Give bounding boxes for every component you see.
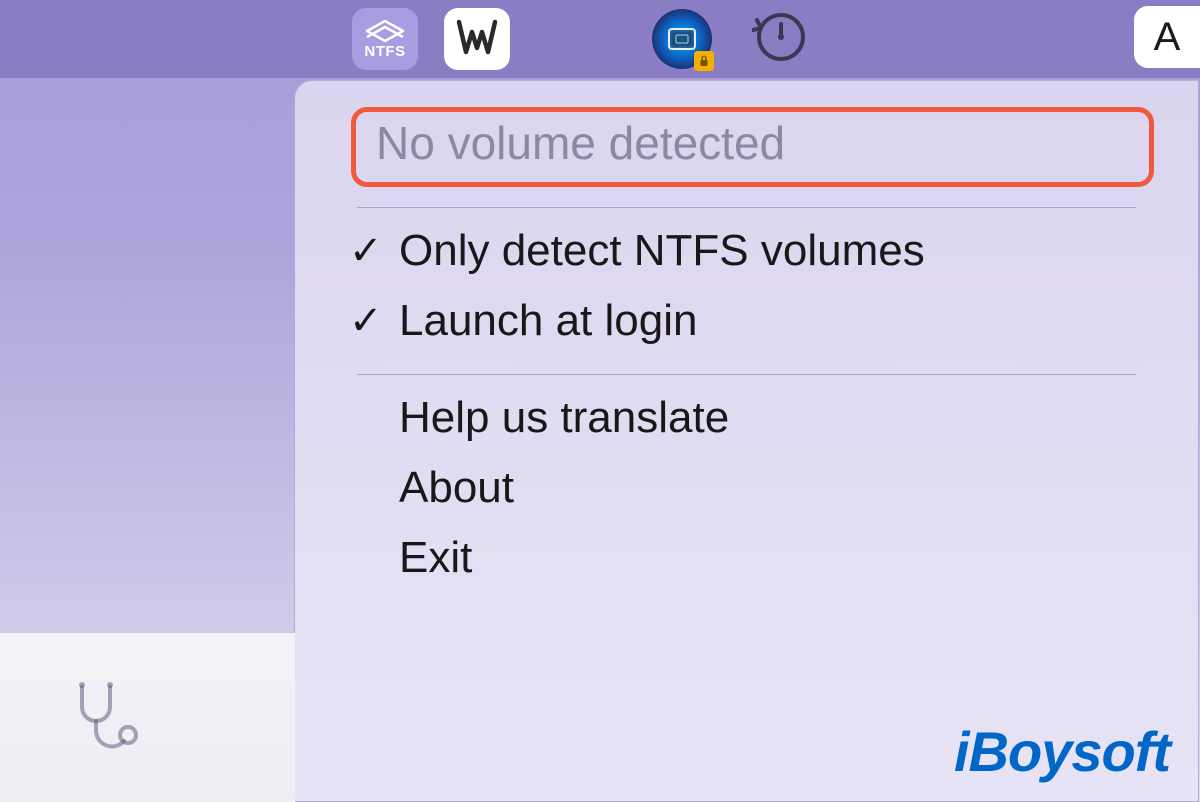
ntfs-icon-label: NTFS xyxy=(364,43,405,60)
menu-item-translate[interactable]: Help us translate xyxy=(295,383,1198,453)
checkmark-icon: ✓ xyxy=(349,228,399,274)
menu-item-exit[interactable]: Exit xyxy=(295,523,1198,593)
screen-record-app-icon[interactable] xyxy=(652,9,712,69)
time-machine-icon[interactable] xyxy=(752,8,810,71)
menu-item-label: Exit xyxy=(399,533,472,583)
menu-item-about[interactable]: About xyxy=(295,453,1198,523)
iboysoft-watermark: iBoysoft xyxy=(954,719,1170,784)
wps-app-icon[interactable] xyxy=(444,8,510,70)
checkmark-icon: ✓ xyxy=(349,298,399,344)
menubar: NTFS A xyxy=(0,0,1200,78)
ntfs-app-icon[interactable]: NTFS xyxy=(352,8,418,70)
menubar-blank-slot xyxy=(536,8,626,70)
letter-tile-label: A xyxy=(1154,15,1181,60)
menu-item-label: Only detect NTFS volumes xyxy=(399,226,925,276)
letter-tile-app-icon[interactable]: A xyxy=(1134,6,1200,68)
status-highlight: No volume detected xyxy=(351,107,1154,187)
w-letter-icon xyxy=(454,14,500,65)
ntfs-drive-icon: NTFS xyxy=(363,19,407,60)
monitor-icon xyxy=(668,28,696,50)
menu-item-launch-login[interactable]: ✓ Launch at login xyxy=(295,286,1198,356)
volume-status-text: No volume detected xyxy=(376,116,1129,170)
stethoscope-icon xyxy=(64,677,144,762)
background-window xyxy=(0,632,295,802)
lock-badge-icon xyxy=(694,51,714,71)
menu-item-label: Help us translate xyxy=(399,393,729,443)
ntfs-dropdown-menu: No volume detected ✓ Only detect NTFS vo… xyxy=(294,80,1199,802)
menu-item-only-ntfs[interactable]: ✓ Only detect NTFS volumes xyxy=(295,216,1198,286)
menu-item-label: About xyxy=(399,463,514,513)
menu-item-label: Launch at login xyxy=(399,296,697,346)
